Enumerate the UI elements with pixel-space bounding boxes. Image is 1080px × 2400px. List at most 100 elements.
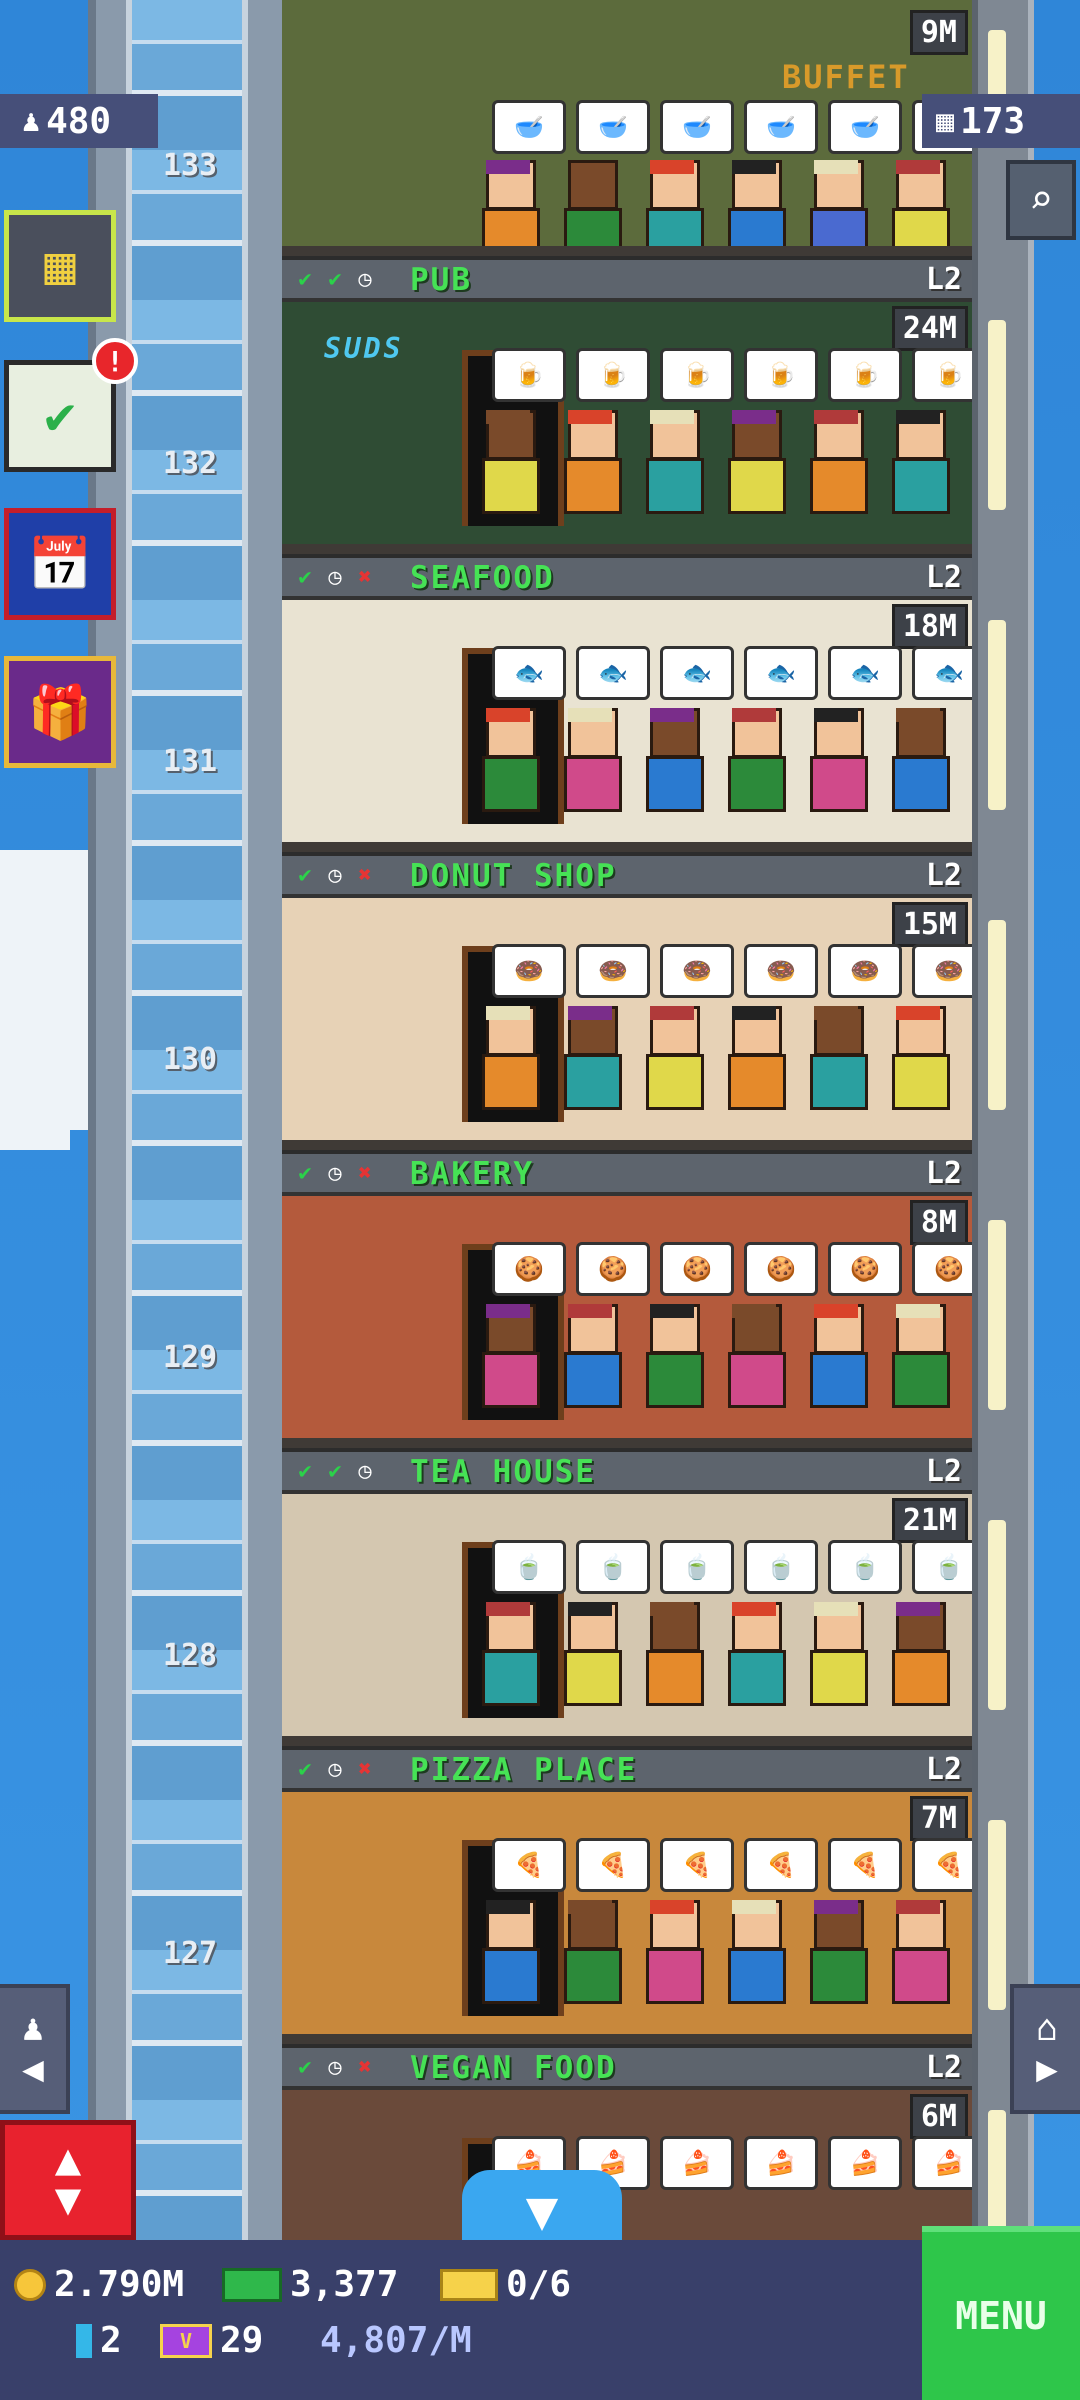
customer[interactable] (800, 1602, 870, 1706)
floor-status-icons: ✔ ◷ ✖ (292, 2054, 378, 2080)
customer[interactable] (554, 1602, 624, 1706)
clock-icon: ◷ (358, 1458, 372, 1484)
request-bubble: 🥣 (744, 100, 818, 154)
customer[interactable] (636, 708, 706, 812)
x-icon: ✖ (358, 1756, 372, 1782)
customer[interactable] (554, 1304, 624, 1408)
customer[interactable] (636, 410, 706, 514)
customer[interactable] (882, 160, 952, 260)
menu-button[interactable]: MENU (922, 2226, 1080, 2400)
customer[interactable] (554, 1006, 624, 1110)
nav-right-button[interactable]: ⌂ ▶ (1010, 1984, 1080, 2114)
search-button[interactable]: ⌕ (1006, 160, 1076, 240)
clock-icon: ◷ (328, 564, 342, 590)
customer[interactable] (472, 708, 542, 812)
bux-value: 3,377 (290, 2264, 399, 2305)
floor-room[interactable]: ✔ ◷ ✖ DONUT SHOP L2 15M 🍩 🍩 🍩 🍩 🍩 🍩 (282, 852, 972, 1154)
customer[interactable] (718, 410, 788, 514)
customer[interactable] (554, 410, 624, 514)
customer[interactable] (636, 160, 706, 260)
request-bubble: 🍺 (492, 348, 566, 402)
gift-button[interactable]: 🎁 (4, 656, 116, 768)
build-floor-button[interactable]: ▦ (4, 210, 116, 322)
customer[interactable] (554, 708, 624, 812)
customer[interactable] (800, 1900, 870, 2004)
floor-room[interactable]: ✔ ✔ ◷ PUB L2 24M SUDS 🍺 🍺 🍺 🍺 🍺 🍺 (282, 256, 972, 558)
vip-value: 29 (220, 2320, 264, 2361)
floor-room[interactable]: ✔ ◷ ✖ BAKERY L2 8M 🍪 🍪 🍪 🍪 🍪 🍪 (282, 1150, 972, 1452)
customer[interactable] (718, 1602, 788, 1706)
floor-name: TEA HOUSE (410, 1454, 596, 1490)
customer-queue (472, 1900, 952, 2004)
customer[interactable] (882, 1900, 952, 2004)
customer[interactable] (800, 708, 870, 812)
request-bubble: 🐟 (660, 646, 734, 700)
customer[interactable] (472, 1602, 542, 1706)
keys-stat[interactable]: 2 (76, 2320, 122, 2361)
arrow-left-icon: ◀ (22, 2049, 44, 2090)
customer-requests: 🍺 🍺 🍺 🍺 🍺 🍺 (492, 348, 972, 402)
customer[interactable] (718, 1304, 788, 1408)
elevator-button[interactable]: ▲ ▼ (0, 2120, 136, 2240)
customer[interactable] (472, 160, 542, 260)
bottom-status-bar: 2.790M 3,377 0/6 2 V 29 4,807/M (0, 2240, 1080, 2400)
window-light (988, 1520, 1006, 1710)
elevator-shaft[interactable] (88, 0, 306, 2240)
request-bubble: 🍕 (912, 1838, 972, 1892)
coins-stat[interactable]: 2.790M (14, 2264, 184, 2305)
request-bubble: 🥣 (660, 100, 734, 154)
stories-counter[interactable]: ▦ 173 (922, 94, 1080, 148)
chevron-down-icon: ▼ (525, 2178, 559, 2242)
request-bubble: 🍺 (744, 348, 818, 402)
clock-icon: ◷ (328, 2054, 342, 2080)
calendar-icon: 📅 (27, 534, 93, 595)
customer[interactable] (800, 410, 870, 514)
customer[interactable] (718, 160, 788, 260)
customer[interactable] (718, 1900, 788, 2004)
customer[interactable] (554, 160, 624, 260)
customer[interactable] (800, 160, 870, 260)
income-rate-value: 4,807/M (320, 2320, 472, 2361)
scroll-down-button[interactable]: ▼ (462, 2170, 622, 2250)
floor-room[interactable]: ✔ ◷ ✖ SEAFOOD L2 18M 🐟 🐟 🐟 🐟 🐟 🐟 (282, 554, 972, 856)
customer[interactable] (800, 1006, 870, 1110)
floor-room[interactable]: ✔ ◷ ✖ VEGAN FOOD L2 6M 🍰 🍰 🍰 🍰 🍰 🍰 (282, 2044, 972, 2244)
customer-queue (472, 708, 952, 812)
x-icon: ✖ (358, 2054, 372, 2080)
calendar-button[interactable]: 📅 (4, 508, 116, 620)
check-icon: ✔ (298, 1160, 312, 1186)
customer[interactable] (472, 410, 542, 514)
customer[interactable] (718, 708, 788, 812)
customer[interactable] (636, 1006, 706, 1110)
customer[interactable] (636, 1900, 706, 2004)
customer[interactable] (472, 1006, 542, 1110)
population-counter[interactable]: ♟ 480 (0, 94, 158, 148)
window-light (988, 320, 1006, 510)
check-icon: ✔ (298, 1756, 312, 1782)
customer-queue (472, 1006, 952, 1110)
floor-room[interactable]: ✔ ◷ ✖ PIZZA PLACE L2 7M 🍕 🍕 🍕 🍕 🍕 🍕 (282, 1746, 972, 2048)
customer-queue (472, 1304, 952, 1408)
customer[interactable] (882, 1304, 952, 1408)
customer[interactable] (882, 1006, 952, 1110)
bux-stat[interactable]: 3,377 (222, 2264, 398, 2305)
nav-left-button[interactable]: ♟ ◀ (0, 1984, 70, 2114)
customer[interactable] (882, 1602, 952, 1706)
request-bubble: 🍕 (660, 1838, 734, 1892)
customer[interactable] (882, 708, 952, 812)
floor-room[interactable]: ✔ ✔ ◷ TEA HOUSE L2 21M 🍵 🍵 🍵 🍵 🍵 🍵 (282, 1448, 972, 1750)
floor-name: SEAFOOD (410, 560, 555, 596)
customer[interactable] (882, 410, 952, 514)
tickets-stat[interactable]: 0/6 (440, 2264, 571, 2305)
customer[interactable] (472, 1900, 542, 2004)
customer[interactable] (636, 1304, 706, 1408)
request-bubble: 🥣 (828, 100, 902, 154)
customer[interactable] (636, 1602, 706, 1706)
customer[interactable] (554, 1900, 624, 2004)
request-bubble: 🍺 (828, 348, 902, 402)
vip-stat[interactable]: V 29 (160, 2320, 263, 2361)
customer[interactable] (718, 1006, 788, 1110)
customer[interactable] (472, 1304, 542, 1408)
customer[interactable] (800, 1304, 870, 1408)
floor-buffet[interactable]: 9M BUFFET 🥣 🥣 🥣 🥣 🥣 🥣 (282, 0, 972, 260)
